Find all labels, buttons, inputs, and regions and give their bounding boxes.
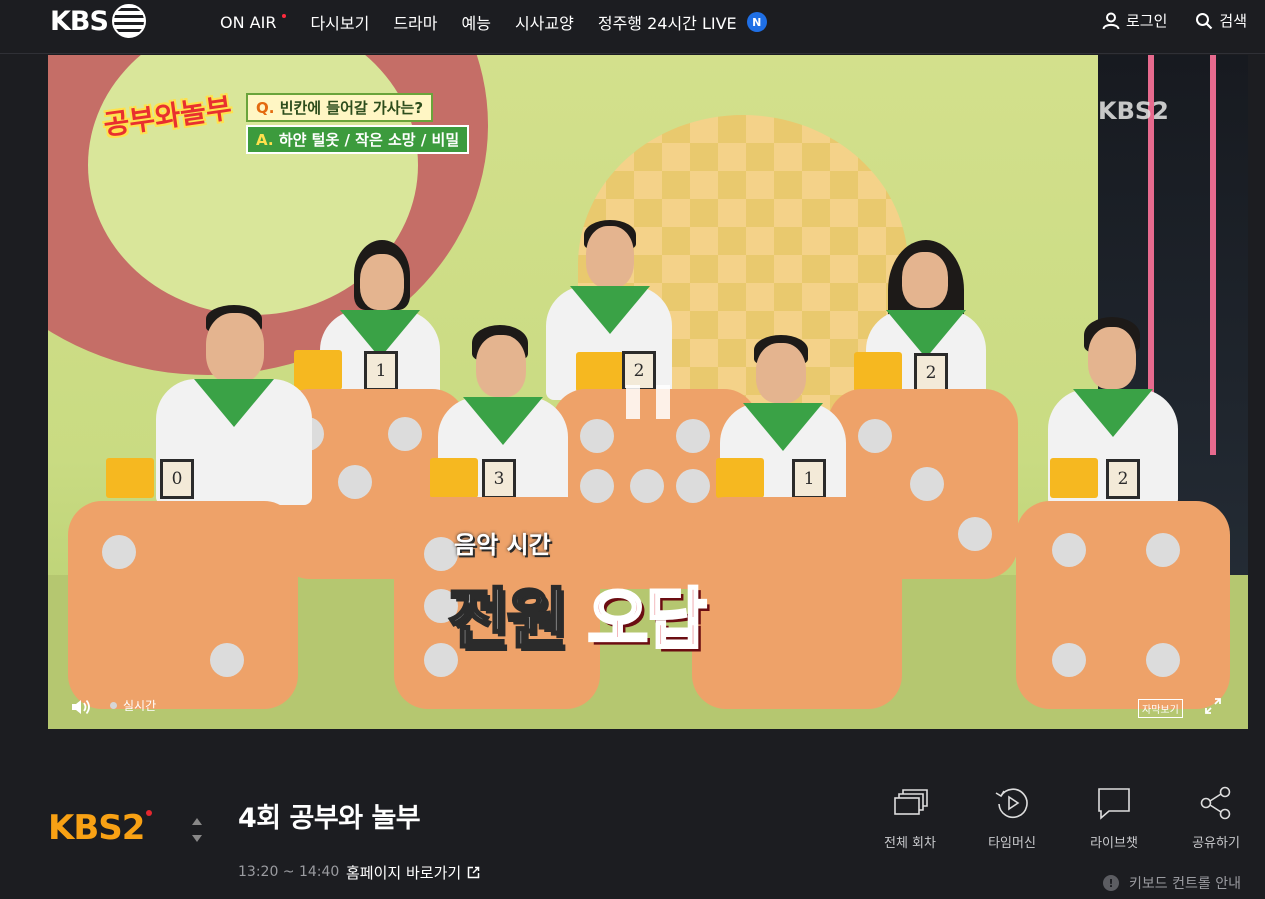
logo-text: KBS	[50, 5, 109, 37]
dice-prop	[1016, 501, 1230, 709]
action-label: 라이브챗	[1090, 836, 1138, 851]
search-label: 검색	[1219, 12, 1247, 30]
set-light-stripe	[1210, 55, 1216, 455]
kbs-logo[interactable]: KBS	[50, 4, 146, 38]
quiz-a-mark: A.	[256, 131, 274, 149]
live-dot-icon	[110, 702, 117, 709]
program-time: 13:20 ~ 14:40	[238, 864, 340, 880]
live-dot-icon	[146, 810, 153, 816]
new-badge: N	[746, 12, 767, 32]
score-sign	[106, 458, 154, 498]
user-icon	[1102, 12, 1120, 29]
channel-switcher	[192, 818, 202, 842]
timemachine-icon	[995, 788, 1028, 819]
nav-item-label: ON AIR	[220, 12, 277, 32]
share-icon	[1200, 786, 1231, 820]
program-info: KBS2 4회 공부와 놀부 13:20 ~ 14:40 홈페이지 바로가기 전…	[0, 760, 1265, 899]
quiz-question: Q. 빈칸에 들어갈 가사는?	[246, 93, 434, 122]
homepage-label: 홈페이지 바로가기	[346, 864, 462, 882]
keyboard-guide-label: 키보드 컨트롤 안내	[1129, 876, 1241, 892]
score-plate: 2	[1106, 459, 1140, 499]
nav-item-label: 시사교양	[514, 14, 574, 33]
score-plate: 0	[160, 459, 194, 499]
program-actions: 전체 회차 타임머신 라이브챗 공유하기	[883, 784, 1243, 851]
login-label: 로그인	[1125, 12, 1168, 30]
nav-item-24h-live[interactable]: 정주행 24시간 LIVE N	[598, 10, 767, 34]
top-header: KBS ON AIR 다시보기 드라마 예능 시사교양 정주행 24시간 LIV…	[0, 0, 1265, 54]
search-icon	[1196, 12, 1213, 29]
live-chat-button[interactable]: 라이브챗	[1087, 784, 1141, 851]
all-episodes-button[interactable]: 전체 회차	[883, 784, 937, 851]
login-button[interactable]: 로그인	[1102, 10, 1167, 31]
action-label: 전체 회차	[884, 836, 936, 851]
dice-prop	[68, 501, 298, 709]
on-screen-caption: 음악 시간 전원 오답	[446, 525, 868, 662]
quiz-answer: A. 하얀 털옷 / 작은 소망 / 비밀	[246, 125, 470, 154]
time-machine-button[interactable]: 타임머신	[985, 784, 1039, 851]
score-plate: 2	[914, 353, 948, 393]
caption-headline-red: 오답	[586, 580, 708, 660]
episodes-icon	[894, 789, 928, 815]
live-indicator[interactable]: 실시간	[110, 697, 156, 714]
action-label: 타임머신	[988, 836, 1036, 851]
score-plate: 3	[482, 459, 516, 499]
score-sign	[576, 352, 624, 392]
score-sign	[716, 458, 764, 498]
nav-item-replay[interactable]: 다시보기	[310, 10, 369, 34]
channel-down-icon[interactable]	[192, 835, 202, 842]
kbs2-logo: KBS2	[48, 808, 153, 848]
share-button[interactable]: 공유하기	[1189, 784, 1243, 851]
search-button[interactable]: 검색	[1195, 10, 1247, 31]
chat-icon	[1098, 788, 1130, 820]
quiz-answer-text: 하얀 털옷 / 작은 소망 / 비밀	[278, 131, 460, 149]
score-plate: 1	[364, 351, 398, 391]
action-label: 공유하기	[1192, 836, 1240, 851]
nav-item-label: 예능	[461, 14, 491, 33]
external-link-icon	[467, 866, 480, 879]
player-controls: 실시간 자막보기	[48, 685, 1248, 729]
info-icon: !	[1103, 875, 1120, 891]
homepage-link[interactable]: 홈페이지 바로가기	[346, 862, 480, 883]
caption-headline: 전원 오답	[446, 566, 868, 662]
live-dot-icon	[282, 14, 287, 18]
score-sign	[854, 352, 902, 392]
nav-item-label: 드라마	[393, 14, 438, 33]
live-label: 실시간	[123, 699, 157, 713]
channel-up-icon[interactable]	[192, 818, 202, 825]
pause-icon	[656, 385, 670, 419]
kbs2-logo-text: KBS2	[48, 808, 145, 848]
nav-item-onair[interactable]: ON AIR	[220, 10, 287, 34]
kbs-globe-icon	[111, 4, 146, 38]
pause-button[interactable]	[626, 385, 670, 419]
nav-item-entertainment[interactable]: 예능	[462, 10, 491, 34]
score-sign	[1050, 458, 1098, 498]
video-player[interactable]: 1 2 2 0 3 1 2 공부와놀부 Q. 빈칸에 들어갈 가사는? A. 하…	[48, 55, 1248, 729]
fullscreen-icon[interactable]	[1204, 697, 1222, 715]
caption-headline-white: 전원	[446, 580, 568, 660]
volume-icon[interactable]	[70, 697, 92, 717]
subtitle-button[interactable]: 자막보기	[1138, 699, 1183, 718]
nav-item-drama[interactable]: 드라마	[393, 10, 437, 34]
nav-item-label: 정주행 24시간 LIVE	[597, 14, 737, 33]
keyboard-guide-link[interactable]: ! 키보드 컨트롤 안내	[1103, 873, 1241, 893]
caption-subtitle: 음악 시간	[454, 531, 551, 559]
score-sign	[430, 458, 478, 498]
quiz-question-text: 빈칸에 들어갈 가사는?	[279, 99, 424, 117]
main-nav: ON AIR 다시보기 드라마 예능 시사교양 정주행 24시간 LIVE N	[220, 10, 767, 34]
pause-icon	[626, 385, 640, 419]
nav-item-label: 다시보기	[310, 14, 370, 33]
channel-watermark: KBS2	[1098, 97, 1169, 125]
header-actions: 로그인 검색	[1102, 10, 1247, 31]
nav-item-current-affairs[interactable]: 시사교양	[515, 10, 574, 34]
score-plate: 1	[792, 459, 826, 499]
quiz-q-mark: Q.	[256, 99, 275, 117]
quiz-overlay: Q. 빈칸에 들어갈 가사는? A. 하얀 털옷 / 작은 소망 / 비밀	[246, 93, 470, 154]
program-title: 4회 공부와 놀부	[238, 803, 421, 834]
